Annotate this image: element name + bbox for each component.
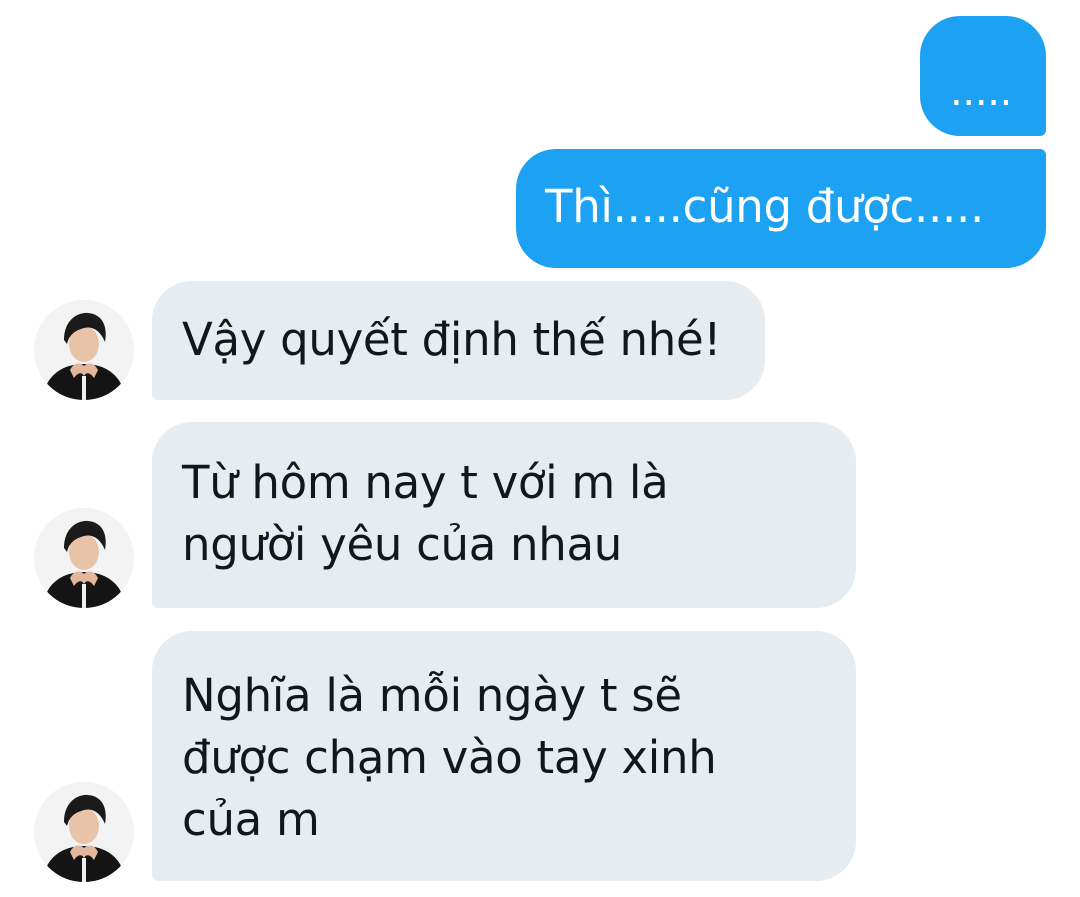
- avatar-photo-icon: [34, 300, 134, 400]
- message-text-line: được chạm vào tay xinh: [182, 731, 717, 784]
- message-text-line: Nghĩa là mỗi ngày t sẽ: [182, 669, 682, 722]
- incoming-message-bubble[interactable]: Từ hôm nay t với m là người yêu của nhau: [152, 422, 856, 608]
- message-thread: ..... Thì.....cũng được..... Vậy quyết đ…: [0, 0, 1080, 897]
- avatar-photo-icon: [34, 782, 134, 882]
- outgoing-message-bubble[interactable]: Thì.....cũng được.....: [516, 149, 1046, 268]
- incoming-message-bubble[interactable]: Nghĩa là mỗi ngày t sẽ được chạm vào tay…: [152, 631, 856, 881]
- message-text-line: của m: [182, 793, 320, 846]
- outgoing-message-bubble[interactable]: .....: [920, 16, 1046, 136]
- contact-avatar[interactable]: [34, 300, 134, 400]
- message-text: Vậy quyết định thế nhé!: [182, 313, 722, 366]
- message-text: .....: [950, 69, 1013, 115]
- contact-avatar[interactable]: [34, 782, 134, 882]
- contact-avatar[interactable]: [34, 508, 134, 608]
- message-text: Thì.....cũng được.....: [545, 180, 984, 233]
- incoming-message-bubble[interactable]: Vậy quyết định thế nhé!: [152, 281, 765, 400]
- avatar-photo-icon: [34, 508, 134, 608]
- message-text-line: Từ hôm nay t với m là: [182, 456, 669, 509]
- message-text-line: người yêu của nhau: [182, 518, 622, 571]
